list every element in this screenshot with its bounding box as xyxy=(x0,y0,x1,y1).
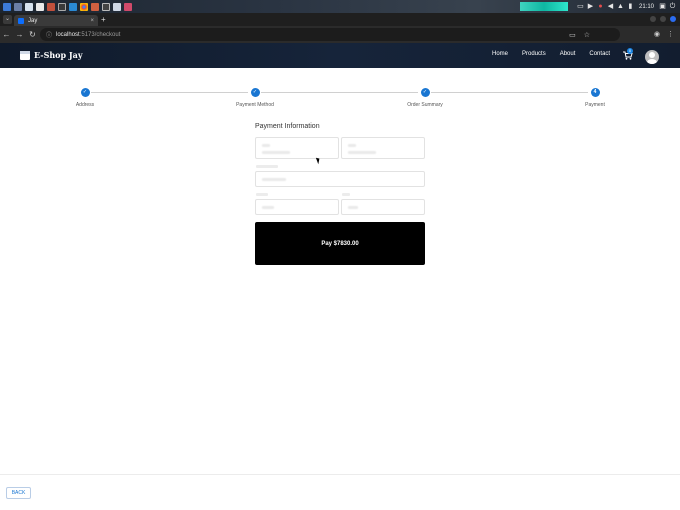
nav-link-home[interactable]: Home xyxy=(492,51,508,57)
field-value-blurred xyxy=(348,151,376,154)
forward-arrow-icon[interactable]: → xyxy=(13,30,26,39)
field-label-blurred xyxy=(262,144,270,147)
step-number: 4 xyxy=(590,88,600,97)
check-icon: ✓ xyxy=(80,88,90,97)
reload-icon[interactable]: ↻ xyxy=(26,30,39,39)
browser-tabstrip: ⌄ Jay × + xyxy=(0,13,680,26)
browser-toolbar: ← → ↻ ⓘ localhost :5173/checkout ▭ ☆ ◉ ⋮ xyxy=(0,26,680,43)
field-label-blurred xyxy=(342,193,350,196)
step-order-summary: ✓ Order Summary xyxy=(375,86,475,108)
card-field[interactable] xyxy=(255,199,339,215)
os-taskbar: ▭ ▶ ● ◀ ▲ ▮ 21:10 ▣ ⏻ xyxy=(0,0,680,13)
nav-link-about[interactable]: About xyxy=(560,51,576,57)
notes-icon[interactable] xyxy=(113,2,121,11)
store-icon xyxy=(20,50,30,60)
editor-icon[interactable] xyxy=(36,2,44,11)
field-label-blurred xyxy=(348,144,356,147)
step-payment-method: ✓ Payment Method xyxy=(205,86,305,108)
browser-actions: ◉ ⋮ xyxy=(654,30,674,38)
maximize-icon[interactable] xyxy=(660,16,666,22)
check-icon: ✓ xyxy=(420,88,430,97)
minimize-icon[interactable] xyxy=(650,16,656,22)
card-field[interactable] xyxy=(341,137,425,159)
step-label: Address xyxy=(75,102,95,108)
step-address: ✓ Address xyxy=(35,86,135,108)
checkout-stepper: ✓ Address ✓ Payment Method ✓ Order Summa… xyxy=(0,86,680,112)
back-button[interactable]: BACK xyxy=(6,487,31,499)
window-icon[interactable] xyxy=(102,2,110,11)
volume-icon[interactable]: ◀ xyxy=(607,3,614,10)
window-controls xyxy=(650,16,676,22)
card-field[interactable] xyxy=(255,171,425,187)
chrome-icon[interactable] xyxy=(80,2,88,11)
avatar[interactable] xyxy=(645,50,659,64)
field-value-blurred xyxy=(262,178,286,181)
app-menu-icon[interactable] xyxy=(3,2,11,11)
tab-title: Jay xyxy=(28,17,38,24)
check-icon: ✓ xyxy=(250,88,260,97)
app-icon[interactable] xyxy=(47,2,55,11)
field-value-blurred xyxy=(348,206,358,209)
field-label-blurred xyxy=(256,165,278,168)
files-icon[interactable] xyxy=(25,2,33,11)
card-field[interactable] xyxy=(341,199,425,215)
pay-button[interactable]: Pay $7830.00 xyxy=(255,222,425,265)
field-label-blurred xyxy=(256,193,268,196)
browser-tab[interactable]: Jay × xyxy=(14,15,98,26)
step-payment: 4 Payment xyxy=(545,86,645,108)
new-tab-button[interactable]: + xyxy=(101,15,106,25)
power-icon[interactable]: ⏻ xyxy=(669,3,676,10)
tab-favicon-icon xyxy=(18,17,24,24)
cpu-graph xyxy=(519,2,568,11)
system-tray: ▭ ▶ ● ◀ ▲ ▮ 21:10 ▣ ⏻ xyxy=(519,2,676,11)
site-info-icon[interactable]: ⓘ xyxy=(46,30,52,39)
payment-title: Payment Information xyxy=(255,123,320,130)
menu-kebab-icon[interactable]: ⋮ xyxy=(667,30,674,38)
nav-links: Home Products About Contact xyxy=(492,51,624,57)
clock[interactable]: 21:10 xyxy=(639,4,654,10)
card-field[interactable] xyxy=(255,137,339,159)
profile-icon[interactable]: ◉ xyxy=(654,30,660,38)
brand[interactable]: E-Shop Jay xyxy=(20,50,83,60)
field-value-blurred xyxy=(262,151,290,154)
tab-search-icon[interactable]: ⌄ xyxy=(3,15,12,24)
app-navbar: E-Shop Jay Home Products About Contact 0 xyxy=(0,43,680,68)
close-window-icon[interactable] xyxy=(670,16,676,22)
footer-divider xyxy=(0,474,680,475)
nav-link-products[interactable]: Products xyxy=(522,51,546,57)
tab-close-icon[interactable]: × xyxy=(90,18,94,24)
bookmark-star-icon[interactable]: ☆ xyxy=(584,31,590,39)
window-icon[interactable]: ▭ xyxy=(577,3,584,10)
cart-badge: 0 xyxy=(627,48,633,54)
app-icon[interactable] xyxy=(91,2,99,11)
battery-icon[interactable]: ▮ xyxy=(627,3,634,10)
lock-icon[interactable]: ▣ xyxy=(659,3,666,10)
address-bar[interactable]: ⓘ localhost :5173/checkout ▭ ☆ xyxy=(40,28,620,41)
step-label: Payment Method xyxy=(236,102,274,108)
field-value-blurred xyxy=(262,206,274,209)
vscode-icon[interactable] xyxy=(69,2,77,11)
terminal-icon[interactable] xyxy=(58,2,66,11)
desktop-icon[interactable] xyxy=(14,2,22,11)
url-path: :5173/checkout xyxy=(79,31,121,38)
step-label: Payment xyxy=(585,102,605,108)
step-label: Order Summary xyxy=(407,102,443,108)
app-icon[interactable] xyxy=(124,2,132,11)
record-icon[interactable]: ● xyxy=(597,3,604,10)
bell-icon[interactable]: ▲ xyxy=(617,3,624,10)
brand-name: E-Shop Jay xyxy=(34,50,83,60)
nav-link-contact[interactable]: Contact xyxy=(589,51,610,57)
back-arrow-icon[interactable]: ← xyxy=(0,30,13,39)
cast-icon[interactable]: ▭ xyxy=(569,31,576,39)
url-host: localhost xyxy=(56,31,80,38)
video-icon[interactable]: ▶ xyxy=(587,3,594,10)
omnibox-actions: ▭ ☆ xyxy=(569,31,590,39)
